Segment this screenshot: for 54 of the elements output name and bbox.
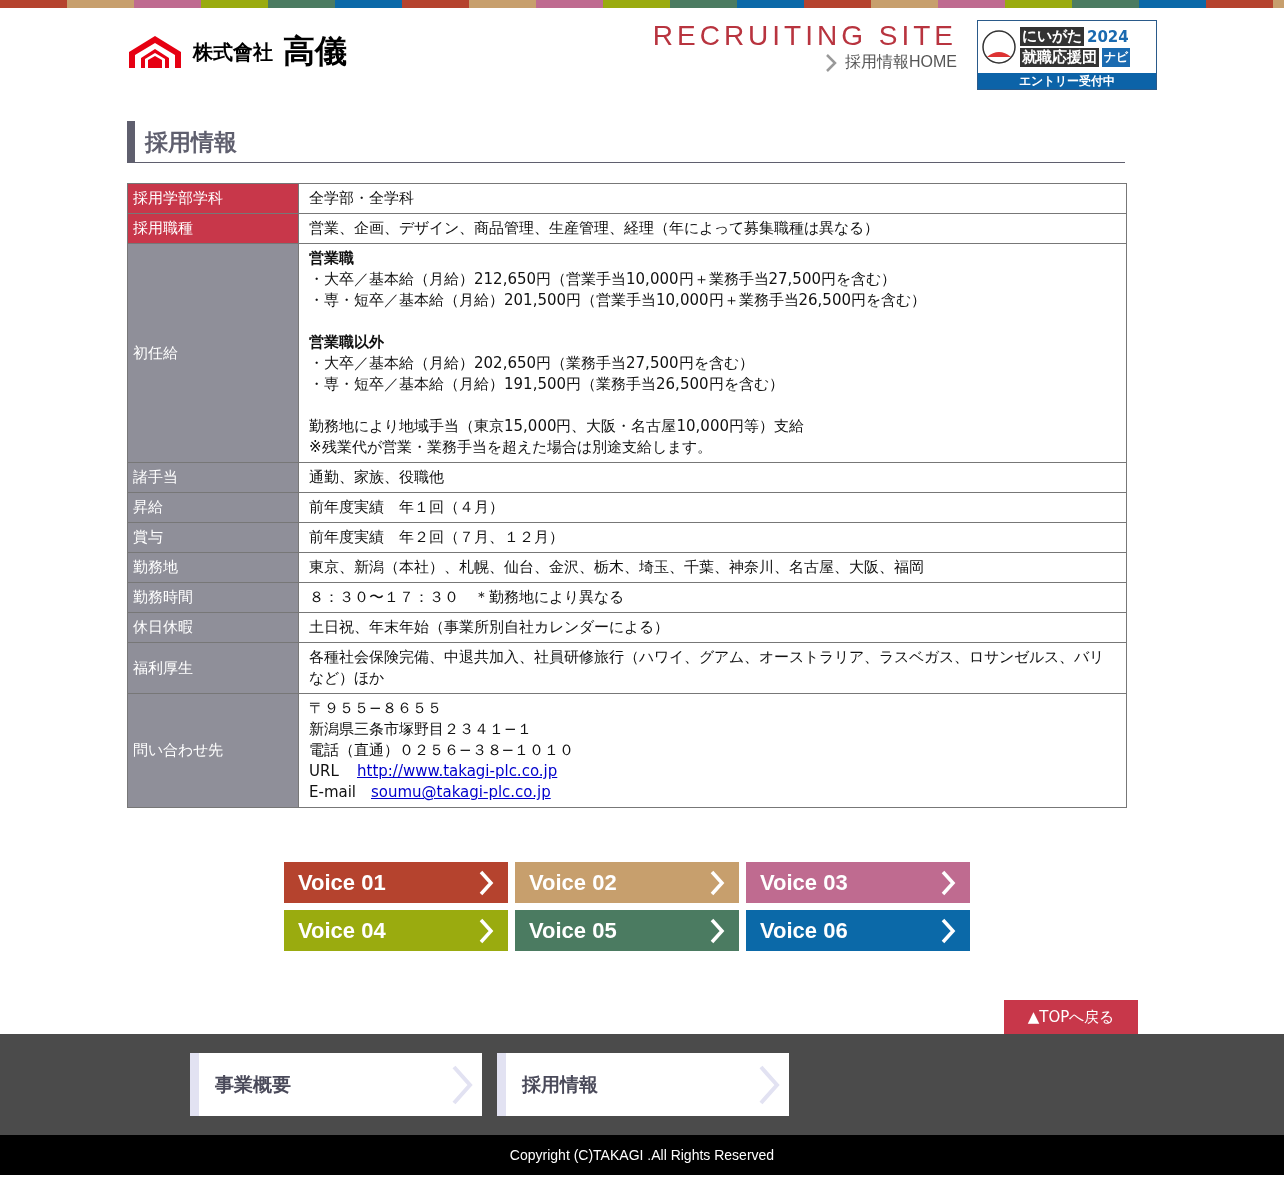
chevron-icon <box>709 916 725 945</box>
chevron-icon <box>709 868 725 897</box>
voice-button[interactable]: Voice 05 <box>515 910 739 951</box>
row-value: 全学部・全学科 <box>298 183 1127 214</box>
row-value: 前年度実績 年２回（７月、１２月） <box>298 522 1127 553</box>
company-name: 高儀 <box>283 31 347 72</box>
row-value: 通勤、家族、役職他 <box>298 462 1127 493</box>
row-label: 休日休暇 <box>127 612 299 643</box>
chevron-icon <box>450 1063 474 1106</box>
voice-button[interactable]: Voice 03 <box>746 862 970 903</box>
back-to-top-button[interactable]: ▲TOPへ戻る <box>1004 1000 1138 1034</box>
contact-link[interactable]: soumu@takagi-plc.co.jp <box>371 783 551 801</box>
row-label: 勤務時間 <box>127 582 299 613</box>
voice-button[interactable]: Voice 06 <box>746 910 970 951</box>
row-label: 賞与 <box>127 522 299 553</box>
chevron-icon <box>940 868 956 897</box>
copyright: Copyright (C)TAKAGI .All Rights Reserved <box>509 1147 775 1163</box>
site-title: RECRUITING SITE <box>652 20 957 52</box>
chevron-icon <box>940 916 956 945</box>
row-label: 問い合わせ先 <box>127 693 299 808</box>
chevron-icon <box>478 868 494 897</box>
chevron-icon <box>757 1063 781 1106</box>
row-label: 初任給 <box>127 243 299 463</box>
banner-year: 2024 <box>1087 27 1129 46</box>
chevron-icon <box>478 916 494 945</box>
row-value: 各種社会保険完備、中退共加入、社員研修旅行（ハワイ、グアム、オーストラリア、ラスベガス、ロサンゼルス、バリなど）ほか <box>298 642 1127 694</box>
banner-text: 就職応援団 <box>1020 48 1099 67</box>
row-label: 採用職種 <box>127 213 299 244</box>
section-title: 採用情報 <box>127 121 1125 163</box>
row-label: 採用学部学科 <box>127 183 299 214</box>
mascot-icon <box>981 29 1017 65</box>
banner-navi: ナビ <box>1102 48 1130 67</box>
job-navi-banner[interactable]: にいがた 2024 就職応援団 ナビ エントリー受付中 <box>977 20 1157 90</box>
row-label: 昇給 <box>127 492 299 523</box>
row-value: ８：３０〜１７：３０ ＊勤務地により異なる <box>298 582 1127 613</box>
home-link[interactable]: 採用情報HOME <box>825 52 957 73</box>
row-value: 営業職 ・大卒／基本給（月給）212,650円（営業手当10,000円＋業務手当27,500円を含む） ・専・短卒／基本給（月給）201,500円（営業手当10,000円＋業務手当26,500円を含む） 営業職以外 ・大卒／基本給（月給）202,650円（業務手当27,500円を含む） ・専・短卒／基本給（月給）191,500円（業務手当26,500円を含む） 勤務地により地域手当（東京15,000円、大阪・名古屋10,000円等）支給 ※残業代が営業・業務手当を超えた場合は別途支給します。 <box>298 243 1127 463</box>
row-value: 営業、企画、デザイン、商品管理、生産管理、経理（年によって募集職種は異なる） <box>298 213 1127 244</box>
voice-button[interactable]: Voice 01 <box>284 862 508 903</box>
banner-text: にいがた <box>1020 27 1084 46</box>
contact-link[interactable]: http://www.takagi-plc.co.jp <box>357 762 558 780</box>
row-value: 前年度実績 年１回（４月） <box>298 492 1127 523</box>
row-value: 〒９５５−８６５５ 新潟県三条市塚野目２３４１−１ 電話（直通）０２５６−３８−１０１０ URL http://www.takagi-plc.co.jp E-mail soumu@takagi-plc.co.jp <box>298 693 1127 808</box>
row-label: 勤務地 <box>127 552 299 583</box>
footer-link[interactable]: 採用情報 <box>497 1053 789 1116</box>
banner-entry: エントリー受付中 <box>978 73 1156 89</box>
row-value: 東京、新潟（本社）、札幌、仙台、金沢、栃木、埼玉、千葉、神奈川、名古屋、大阪、福岡 <box>298 552 1127 583</box>
house-logo-icon <box>127 34 183 70</box>
footer-link[interactable]: 事業概要 <box>190 1053 482 1116</box>
row-value: 土日祝、年末年始（事業所別自社カレンダーによる） <box>298 612 1127 643</box>
row-label: 福利厚生 <box>127 642 299 694</box>
company-prefix: 株式會社 <box>193 38 273 66</box>
chevron-icon <box>825 52 837 73</box>
row-label: 諸手当 <box>127 462 299 493</box>
